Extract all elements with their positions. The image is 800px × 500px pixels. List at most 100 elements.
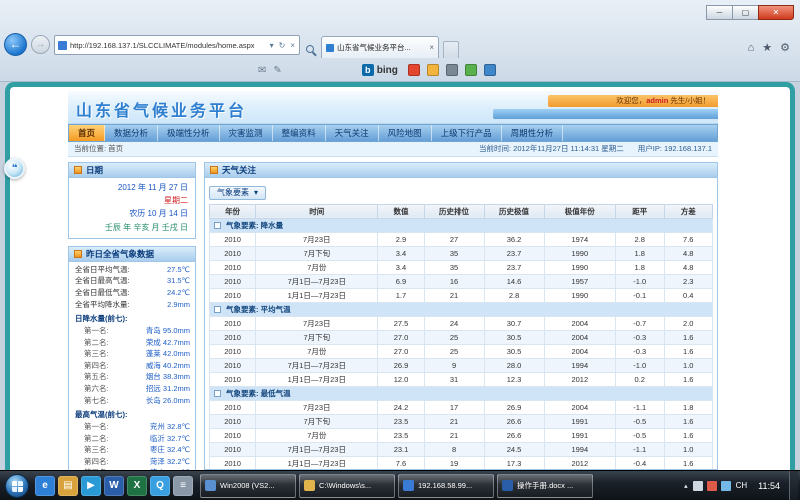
window-title: 192.168.58.99... [418, 481, 472, 490]
column-header[interactable]: 极值年份 [544, 204, 616, 218]
cell: 1991 [544, 414, 616, 428]
menu-item-8[interactable]: 上级下行产品 [432, 125, 502, 141]
start-button[interactable] [5, 474, 29, 498]
tools-gear-icon[interactable]: ⚙ [780, 41, 790, 54]
weather-table: 年份时间数值历史排位历史极值极值年份距平方差 气象要素: 降水量20107月23… [209, 204, 713, 470]
rank-label: 第五名: [84, 371, 109, 383]
tab-close-icon[interactable]: × [429, 43, 434, 52]
close-button[interactable]: ✕ [758, 5, 794, 20]
bing-logo[interactable]: b bing [362, 64, 398, 76]
taskbar-window-2[interactable]: C:\Windows\s... [299, 474, 395, 498]
table-row[interactable]: 20107月下旬27.02530.52004-0.31.6 [210, 330, 713, 344]
taskbar-window-1[interactable]: Win2008 (VS2... [200, 474, 296, 498]
tray-flag-icon[interactable] [693, 481, 703, 491]
column-header[interactable]: 方差 [664, 204, 713, 218]
menu-item-7[interactable]: 风险地图 [379, 125, 432, 141]
address-dropdown-icon[interactable]: ▾ [269, 41, 275, 50]
table-row[interactable]: 20107月23日27.52430.72004-0.72.0 [210, 316, 713, 330]
maximize-button[interactable]: ▢ [732, 5, 759, 20]
cell: 24.5 [484, 442, 544, 456]
element-dropdown-button[interactable]: 气象要素 ▾ [209, 186, 266, 200]
mail-icon[interactable]: ✉ [258, 65, 266, 76]
ime-indicator[interactable]: CH [736, 481, 748, 490]
hidden-icons-arrow[interactable]: ▴ [684, 482, 688, 490]
minimize-button[interactable]: ─ [706, 5, 733, 20]
column-header[interactable]: 时间 [256, 204, 378, 218]
toolbar-app-orange-icon[interactable] [427, 64, 439, 76]
menu-item-3[interactable]: 极端性分析 [158, 125, 220, 141]
new-tab-button[interactable] [443, 41, 459, 58]
word-icon[interactable]: W [104, 476, 124, 496]
tray-alert-icon[interactable] [707, 481, 717, 491]
table-row[interactable]: 20107月1日—7月23日26.9928.01994-1.01.0 [210, 358, 713, 372]
table-row[interactable]: 20107月份3.43523.719901.84.8 [210, 260, 713, 274]
table-row[interactable]: 20107月1日—7月23日23.1824.51994-1.11.0 [210, 442, 713, 456]
toolbar-app-green-icon[interactable] [465, 64, 477, 76]
menu-item-1[interactable]: 首页 [69, 125, 105, 141]
toolbar-app-blue-icon[interactable] [484, 64, 496, 76]
forward-button[interactable]: → [31, 35, 50, 54]
column-header[interactable]: 距平 [616, 204, 664, 218]
media-player-icon[interactable]: ▶ [81, 476, 101, 496]
column-header[interactable]: 数值 [378, 204, 424, 218]
cell: 2004 [544, 344, 616, 358]
menu-item-5[interactable]: 整编资料 [273, 125, 326, 141]
favorites-star-icon[interactable]: ★ [762, 41, 772, 54]
panel-header-icon [74, 250, 82, 258]
excel-icon[interactable]: X [127, 476, 147, 496]
menu-item-2[interactable]: 数据分析 [105, 125, 158, 141]
column-header[interactable]: 历史极值 [484, 204, 544, 218]
table-row[interactable]: 20107月23日2.92736.219742.87.6 [210, 232, 713, 246]
table-row[interactable]: 20101月1日—7月23日1.7212.81990-0.10.4 [210, 288, 713, 302]
windows-flag-icon [12, 481, 23, 492]
column-header[interactable]: 历史排位 [424, 204, 484, 218]
ie-icon[interactable]: e [35, 476, 55, 496]
table-row[interactable]: 20107月下旬23.52126.61991-0.51.6 [210, 414, 713, 428]
rank-row: 第四名:菏泽 32.2℃ [75, 456, 190, 468]
toolbar-app-gray-icon[interactable] [446, 64, 458, 76]
weather-summary-panel: 昨日全省气象数据 全省日平均气温:27.5℃全省日最高气温:31.5℃全省日最低… [68, 246, 196, 470]
taskbar-window-3[interactable]: 192.168.58.99... [398, 474, 494, 498]
stop-icon[interactable]: × [289, 41, 296, 50]
taskbar-clock[interactable]: 11:54 [752, 481, 786, 491]
menu-item-6[interactable]: 天气关注 [326, 125, 379, 141]
table-row[interactable]: 20107月份27.02530.52004-0.31.6 [210, 344, 713, 358]
expand-icon[interactable] [214, 306, 221, 313]
table-row[interactable]: 20107月份23.52126.61991-0.51.6 [210, 428, 713, 442]
show-desktop-button[interactable] [789, 471, 798, 500]
group-cell: 气象要素: 最低气温 [210, 386, 713, 400]
group-row[interactable]: 气象要素: 平均气温 [210, 302, 713, 316]
menu-item-9[interactable]: 周期性分析 [502, 125, 564, 141]
refresh-icon[interactable]: ↻ [278, 41, 287, 50]
rank-value: 蓬莱 42.0mm [146, 348, 190, 360]
back-button[interactable]: ← [4, 33, 27, 56]
expand-icon[interactable] [214, 390, 221, 397]
address-bar[interactable]: http://192.168.137.1/SLCCLIMATE/modules/… [54, 35, 300, 55]
notepad-icon[interactable]: ≡ [173, 476, 193, 496]
table-row[interactable]: 20101月1日—7月23日7.61917.32012-0.41.6 [210, 456, 713, 469]
table-row[interactable]: 20101月1日—7月23日12.03112.320120.21.6 [210, 372, 713, 386]
expand-icon[interactable] [214, 222, 221, 229]
taskbar-window-4[interactable]: 操作手册.docx ... [497, 474, 593, 498]
table-row[interactable]: 20107月23日24.21726.92004-1.11.8 [210, 400, 713, 414]
chat-icon[interactable]: Q [150, 476, 170, 496]
tray-network-icon[interactable] [721, 481, 731, 491]
cell: 27.0 [378, 330, 424, 344]
table-row[interactable]: 20107月下旬3.43523.719901.84.8 [210, 246, 713, 260]
quick-launch: e▤▶WXQ≡ [35, 476, 193, 496]
compose-icon[interactable]: ✎ [273, 65, 281, 76]
folder-icon[interactable]: ▤ [58, 476, 78, 496]
group-cell: 气象要素: 平均气温 [210, 302, 713, 316]
browser-tab[interactable]: 山东省气候业务平台... × [321, 36, 439, 58]
url-text[interactable]: http://192.168.137.1/SLCCLIMATE/modules/… [70, 41, 266, 50]
column-header[interactable]: 年份 [210, 204, 256, 218]
table-row[interactable]: 20107月1日—7月23日6.91614.61957-1.02.3 [210, 274, 713, 288]
cell: -0.7 [616, 316, 664, 330]
home-icon[interactable]: ⌂ [748, 42, 755, 54]
group-row[interactable]: 气象要素: 降水量 [210, 218, 713, 232]
menu-item-4[interactable]: 灾害监测 [220, 125, 273, 141]
search-icon[interactable] [306, 45, 314, 53]
toolbar-app-red-icon[interactable] [408, 64, 420, 76]
group-row[interactable]: 气象要素: 最低气温 [210, 386, 713, 400]
rank-row: 第一名:兖州 32.8℃ [75, 421, 190, 433]
